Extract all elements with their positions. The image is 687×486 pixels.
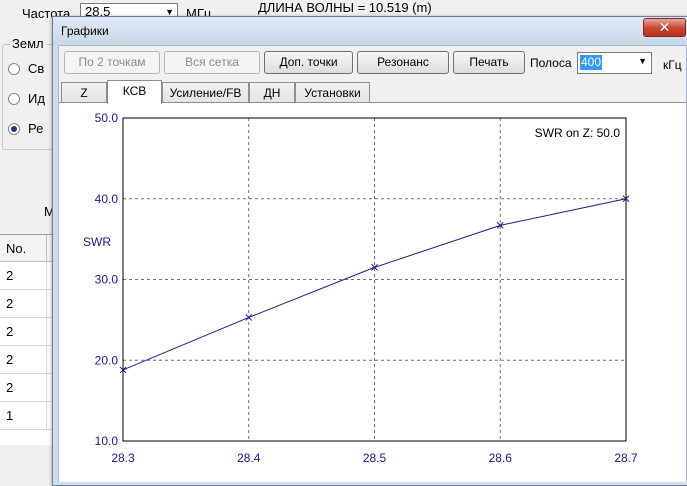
- y-axis-label: SWR: [83, 235, 111, 249]
- close-icon: ✕: [658, 19, 671, 35]
- x-tick-label: 28.7: [614, 451, 638, 465]
- table-row[interactable]: 2: [0, 346, 56, 374]
- segments-table: No. 2 2 2 2 2 1: [0, 234, 56, 445]
- tab-z[interactable]: Z: [61, 82, 107, 103]
- ground-group-title: Земл: [10, 36, 46, 51]
- by-two-points-button[interactable]: По 2 точкам: [64, 51, 160, 74]
- tab-gain-fb[interactable]: Усиление/FB: [162, 82, 249, 103]
- table-row[interactable]: 2: [0, 374, 56, 402]
- close-button[interactable]: ✕: [643, 18, 686, 37]
- ground-radio-3-label: Ре: [28, 121, 44, 136]
- x-tick-label: 28.3: [111, 451, 135, 465]
- band-combo[interactable]: 400 ▼: [577, 52, 652, 74]
- swr-plot-panel: 28.3 28.4 28.5 28.6 28.7 10.0 20.0 30.0 40.0 50.0…: [59, 102, 686, 482]
- charts-window: Графики ✕ По 2 точкам Вся сетка Доп. точ…: [52, 16, 687, 486]
- table-cell: 1: [6, 408, 14, 423]
- table-cell: 2: [6, 268, 14, 283]
- band-unit: кГц: [663, 58, 682, 72]
- x-tick-label: 28.4: [237, 451, 261, 465]
- chevron-down-icon[interactable]: ▼: [638, 56, 647, 66]
- resonance-button[interactable]: Резонанс: [357, 51, 449, 74]
- swr-chart: 28.3 28.4 28.5 28.6 28.7 10.0 20.0 30.0 40.0 50.0…: [83, 111, 638, 465]
- table-cell: 2: [6, 380, 14, 395]
- table-cell: 2: [6, 352, 14, 367]
- table-row[interactable]: 2: [0, 290, 56, 318]
- ground-radio-2-label: Ид: [28, 91, 45, 106]
- swr-series-line: [122, 198, 627, 371]
- charts-titlebar[interactable]: Графики ✕: [53, 17, 687, 45]
- full-grid-button[interactable]: Вся сетка: [164, 51, 260, 74]
- ground-radio-1[interactable]: [8, 63, 20, 75]
- table-row[interactable]: 2: [0, 318, 56, 346]
- band-value[interactable]: 400: [580, 55, 603, 70]
- chart-tabs: Z КСВ Усиление/FB ДН Установки: [59, 80, 687, 104]
- extra-points-button[interactable]: Доп. точки: [264, 51, 353, 74]
- y-tick-label: 10.0: [95, 434, 119, 448]
- table-row[interactable]: 1: [0, 402, 56, 430]
- swr-reference-annotation: SWR on Z: 50.0: [535, 126, 621, 140]
- x-tick-label: 28.5: [363, 451, 387, 465]
- table-cell: 2: [6, 324, 14, 339]
- wavelength-readout: ДЛИНА ВОЛНЫ = 10.519 (m): [258, 0, 432, 15]
- ground-radio-3[interactable]: [8, 123, 20, 135]
- table-header[interactable]: No.: [0, 235, 56, 262]
- band-label: Полоса: [530, 56, 572, 70]
- tab-settings[interactable]: Установки: [295, 82, 370, 103]
- y-tick-label: 40.0: [95, 192, 119, 206]
- table-header-no: No.: [6, 241, 27, 256]
- y-tick-label: 50.0: [95, 111, 119, 125]
- ground-radio-1-label: Св: [28, 61, 45, 76]
- y-tick-label: 20.0: [95, 353, 119, 367]
- tab-pattern[interactable]: ДН: [249, 82, 295, 103]
- table-row[interactable]: 2: [0, 262, 56, 290]
- table-cell: 2: [6, 296, 14, 311]
- ground-radio-2[interactable]: [8, 93, 20, 105]
- swr-data-point: [245, 314, 253, 321]
- charts-client-area: По 2 точкам Вся сетка Доп. точки Резонан…: [58, 45, 687, 482]
- y-tick-label: 30.0: [95, 273, 119, 287]
- print-button[interactable]: Печать: [453, 51, 525, 74]
- window-title: Графики: [61, 24, 109, 38]
- x-tick-label: 28.6: [489, 451, 513, 465]
- tab-swr[interactable]: КСВ: [107, 80, 162, 104]
